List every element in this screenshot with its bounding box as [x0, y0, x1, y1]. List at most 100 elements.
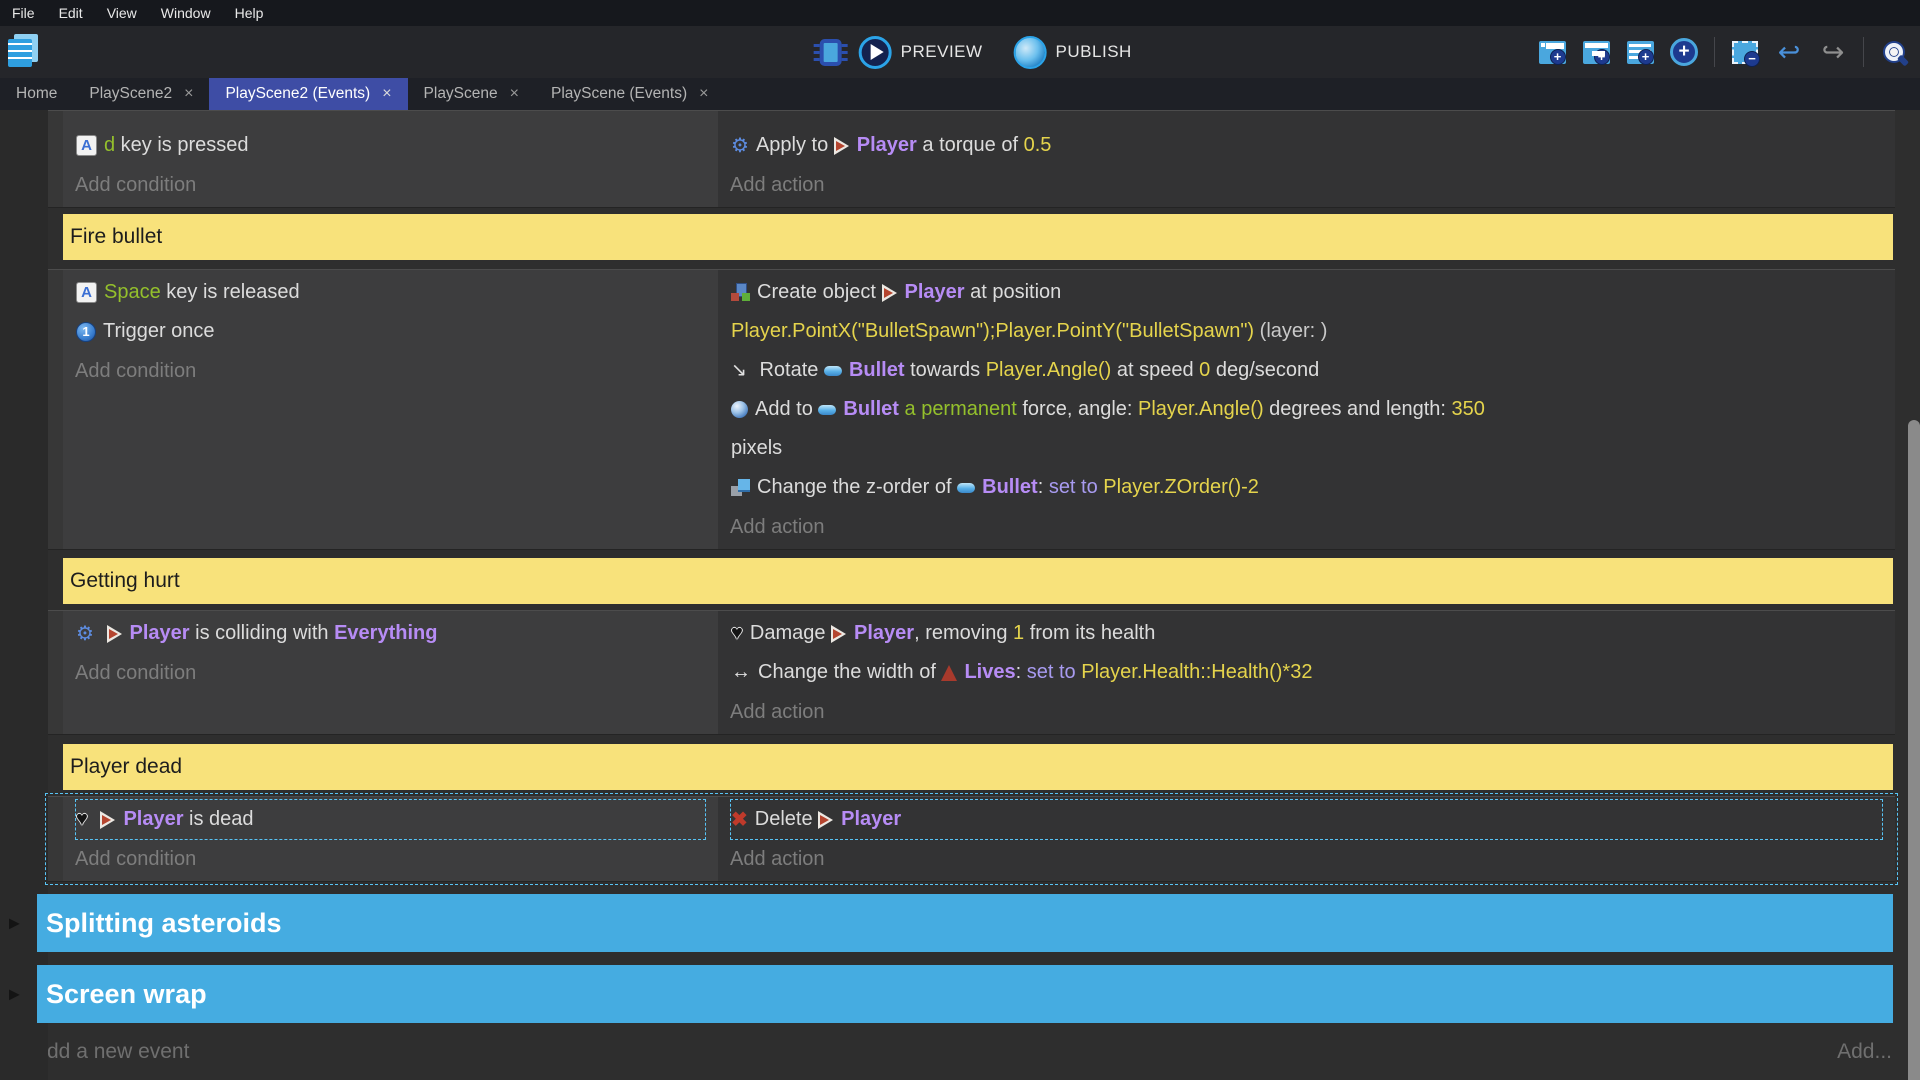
tab-close-icon[interactable]: ×	[510, 85, 519, 103]
text-segment: Player	[854, 622, 914, 645]
tab-close-icon[interactable]: ×	[382, 85, 391, 103]
action-line[interactable]: ↔Change the width of Lives: set to Playe…	[731, 653, 1894, 692]
publish-icon[interactable]	[1014, 36, 1047, 69]
action-line[interactable]: ✖Delete Player	[731, 800, 1882, 839]
add-other-event-icon[interactable]: +	[1664, 32, 1704, 72]
player-icon	[100, 811, 116, 829]
action-line[interactable]: Player.PointX("BulletSpawn");Player.Poin…	[731, 312, 1894, 351]
add-button[interactable]: Add...	[1837, 1040, 1892, 1064]
tab-playscene2[interactable]: PlayScene2×	[73, 78, 209, 110]
event-handle[interactable]	[48, 270, 63, 549]
event-handle[interactable]	[48, 111, 63, 207]
add-new-event-button[interactable]: Add a new event	[33, 1040, 189, 1064]
condition-line[interactable]: ⚙ Player is colliding with Everything	[76, 614, 717, 653]
text-segment: at position	[965, 281, 1062, 304]
search-icon[interactable]	[1874, 32, 1914, 72]
comment-row[interactable]: Fire bullet	[63, 214, 1893, 260]
event-row[interactable]: Ad key is pressedAdd condition ⚙Apply to …	[48, 110, 1895, 208]
comment-text: Fire bullet	[70, 225, 162, 249]
instructions-block: ✖Delete Player	[730, 799, 1883, 840]
group-title: Splitting asteroids	[46, 908, 282, 939]
comment-text: Getting hurt	[70, 569, 180, 593]
physics-icon: ⚙	[76, 621, 94, 646]
project-manager-icon[interactable]	[8, 34, 42, 70]
collapse-arrow-icon[interactable]: ▶	[9, 986, 20, 1003]
debug-icon[interactable]	[820, 39, 842, 66]
condition-line[interactable]: ASpace key is released	[76, 273, 717, 312]
add-condition-button[interactable]: Add condition	[75, 166, 718, 205]
add-event-icon[interactable]: +	[1532, 32, 1572, 72]
actions-cell: ✖Delete PlayerAdd action	[718, 797, 1895, 881]
add-condition-button[interactable]: Add condition	[75, 840, 718, 879]
instructions-block: Create object Player at positionPlayer.P…	[730, 272, 1895, 508]
text-segment: Apply to	[756, 134, 834, 157]
tab-playscene2-events-[interactable]: PlayScene2 (Events) ×	[209, 78, 407, 110]
menu-item-view[interactable]: View	[95, 5, 149, 21]
add-subevent-icon[interactable]: +	[1576, 32, 1616, 72]
publish-button[interactable]: PUBLISH	[1056, 42, 1132, 62]
action-line[interactable]: Create object Player at position	[731, 273, 1894, 312]
text-segment: Player	[123, 808, 183, 831]
preview-button[interactable]: PREVIEW	[901, 42, 983, 62]
instructions-block: ♥Damage Player, removing 1 from its heal…	[730, 613, 1895, 693]
collapse-arrow-icon[interactable]: ▶	[9, 915, 20, 932]
text-segment: Player.Angle()	[986, 359, 1112, 382]
tab-close-icon[interactable]: ×	[699, 85, 708, 103]
redo-icon[interactable]: ↪	[1813, 32, 1853, 72]
add-condition-button[interactable]: Add condition	[75, 654, 718, 693]
comment-row[interactable]: Player dead	[63, 744, 1893, 790]
event-row[interactable]: ASpace key is released1Trigger onceAdd c…	[48, 269, 1895, 550]
action-line[interactable]: Add to Bullet a permanent force, angle: …	[731, 390, 1894, 429]
trigger-once-icon: 1	[76, 322, 96, 342]
preview-play-icon[interactable]	[859, 36, 892, 69]
add-action-button[interactable]: Add action	[730, 508, 1895, 547]
event-row[interactable]: ♥ Player is deadAdd condition✖Delete Pla…	[48, 796, 1895, 882]
condition-line[interactable]: Ad key is pressed	[76, 126, 717, 165]
menu-item-help[interactable]: Help	[223, 5, 276, 21]
add-action-button[interactable]: Add action	[730, 693, 1895, 732]
event-handle[interactable]	[48, 797, 63, 881]
menu-item-window[interactable]: Window	[149, 5, 223, 21]
tab-playscene[interactable]: PlayScene×	[408, 78, 535, 110]
group-title: Screen wrap	[46, 979, 207, 1010]
text-segment: key is released	[161, 281, 300, 304]
add-condition-button[interactable]: Add condition	[75, 352, 718, 391]
event-row[interactable]: ⚙ Player is colliding with EverythingAdd…	[48, 610, 1895, 735]
menu-item-edit[interactable]: Edit	[47, 5, 95, 21]
action-line[interactable]: Change the z-order of Bullet: set to Pla…	[731, 468, 1894, 507]
tab-label: Home	[16, 85, 57, 103]
add-action-button[interactable]: Add action	[730, 840, 1895, 879]
main-toolbar: PREVIEW PUBLISH + + + + − ↩ ↪	[0, 26, 1920, 78]
action-line[interactable]: ♥Damage Player, removing 1 from its heal…	[731, 614, 1894, 653]
text-segment: Bullet	[982, 476, 1038, 499]
tab-playscene-events-[interactable]: PlayScene (Events)×	[535, 78, 724, 110]
group-row-splitting-asteroids[interactable]: ▶Splitting asteroids	[37, 894, 1893, 952]
group-row-screen-wrap[interactable]: ▶Screen wrap	[37, 965, 1893, 1023]
menu-item-file[interactable]: File	[0, 5, 47, 21]
text-segment: Bullet	[849, 359, 905, 382]
text-segment: Everything	[334, 622, 437, 645]
event-handle[interactable]	[48, 611, 63, 734]
undo-icon[interactable]: ↩	[1769, 32, 1809, 72]
condition-line[interactable]: ♥ Player is dead	[76, 800, 705, 839]
action-line[interactable]: ↘ Rotate Bullet towards Player.Angle() a…	[731, 351, 1894, 390]
add-comment-icon[interactable]: +	[1620, 32, 1660, 72]
player-icon	[818, 811, 834, 829]
action-line[interactable]: pixels	[731, 429, 1894, 468]
action-line[interactable]: ⚙Apply to Player a torque of 0.5	[731, 126, 1894, 165]
text-segment: Change the z-order of	[757, 476, 957, 499]
comment-row[interactable]: Getting hurt	[63, 558, 1893, 604]
tab-home[interactable]: Home	[0, 78, 73, 110]
condition-line[interactable]: 1Trigger once	[76, 312, 717, 351]
vertical-scrollbar[interactable]	[1908, 420, 1920, 1080]
tab-label: PlayScene2 (Events)	[225, 85, 370, 103]
conditions-cell: Ad key is pressedAdd condition	[63, 111, 718, 207]
delete-selection-icon[interactable]: −	[1725, 32, 1765, 72]
player-icon	[107, 625, 123, 643]
add-action-button[interactable]: Add action	[730, 166, 1895, 205]
create-icon	[731, 283, 750, 302]
tab-close-icon[interactable]: ×	[184, 85, 193, 103]
text-segment: force, angle:	[1017, 398, 1138, 421]
add-event-glyph: +	[1539, 41, 1566, 64]
text-segment: 0	[1199, 359, 1210, 382]
